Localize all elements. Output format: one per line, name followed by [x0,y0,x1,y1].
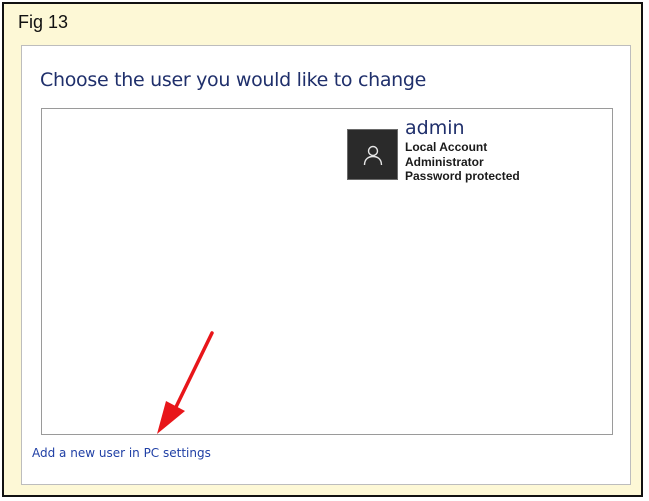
user-security: Password protected [405,169,520,184]
annotation-arrow [157,331,214,434]
figure-frame: Fig 13 Choose the user you would like to… [2,2,643,497]
users-panel: admin Local Account Administrator Passwo… [41,108,613,435]
user-name: admin [405,117,465,139]
user-role: Administrator [405,154,484,169]
avatar [347,129,398,180]
page-title: Choose the user you would like to change [40,69,427,91]
user-info: admin Local Account Administrator Passwo… [405,117,520,184]
figure-label: Fig 13 [18,12,69,32]
manage-accounts-window: Choose the user you would like to change… [21,45,631,485]
user-tile-admin[interactable]: admin Local Account Administrator Passwo… [347,117,520,184]
user-icon [363,145,382,165]
add-user-link[interactable]: Add a new user in PC settings [32,446,211,460]
user-account-type: Local Account [405,139,488,154]
